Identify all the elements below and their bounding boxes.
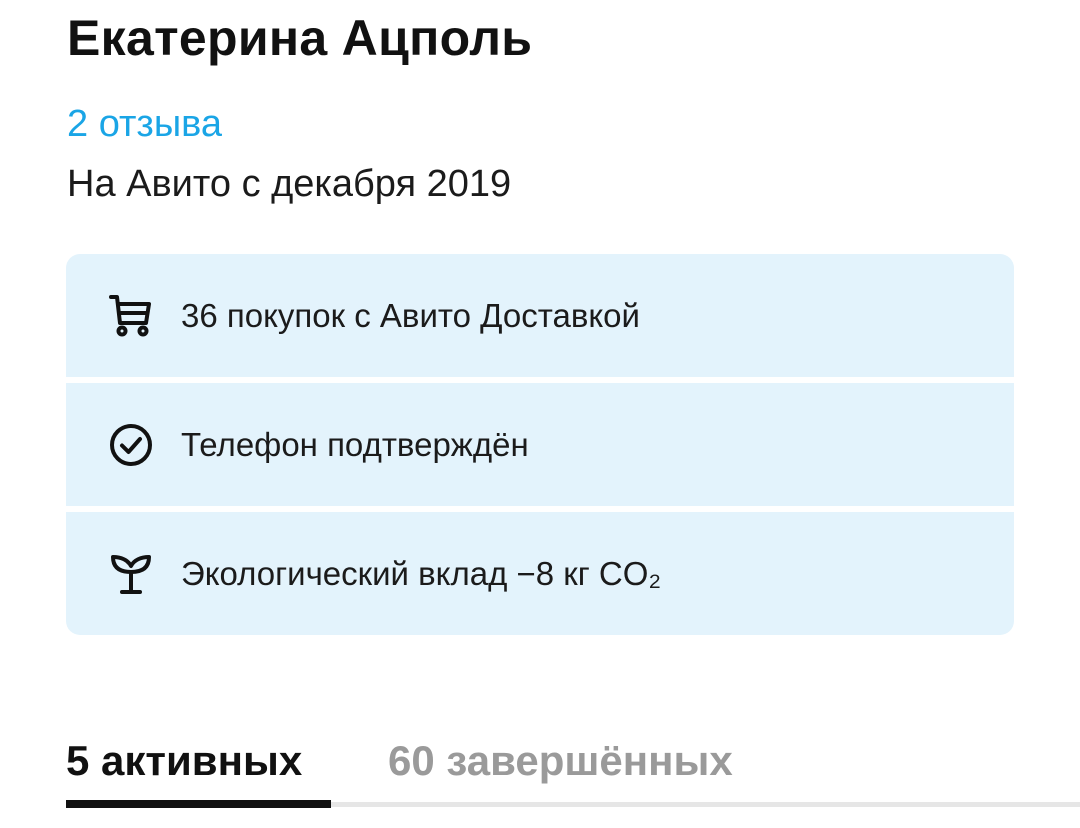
info-row-phone-verified: Телефон подтверждён	[66, 383, 1014, 506]
seller-info-block: 36 покупок с Авито Доставкой Телефон под…	[66, 254, 1014, 635]
sprout-icon	[106, 549, 156, 599]
member-since-text: На Авито с декабря 2019	[67, 163, 512, 205]
info-label-eco-contribution: Экологический вклад −8 кг CO₂	[181, 554, 662, 592]
tabs-divider	[330, 802, 1080, 807]
listings-tabs: 5 активных 60 завершённых	[66, 732, 1080, 810]
cart-icon	[106, 291, 156, 341]
reviews-link[interactable]: 2 отзыва	[67, 100, 222, 148]
tab-completed-listings[interactable]: 60 завершённых	[388, 732, 733, 790]
active-tab-indicator	[66, 800, 331, 808]
check-circle-icon	[106, 420, 156, 470]
info-label-phone-verified: Телефон подтверждён	[181, 425, 529, 463]
info-row-eco-contribution: Экологический вклад −8 кг CO₂	[66, 512, 1014, 635]
info-row-deliveries: 36 покупок с Авито Доставкой	[66, 254, 1014, 377]
tab-active-listings[interactable]: 5 активных	[66, 732, 302, 790]
info-label-deliveries: 36 покупок с Авито Доставкой	[181, 296, 640, 334]
profile-name: Екатерина Ацполь	[67, 10, 533, 66]
